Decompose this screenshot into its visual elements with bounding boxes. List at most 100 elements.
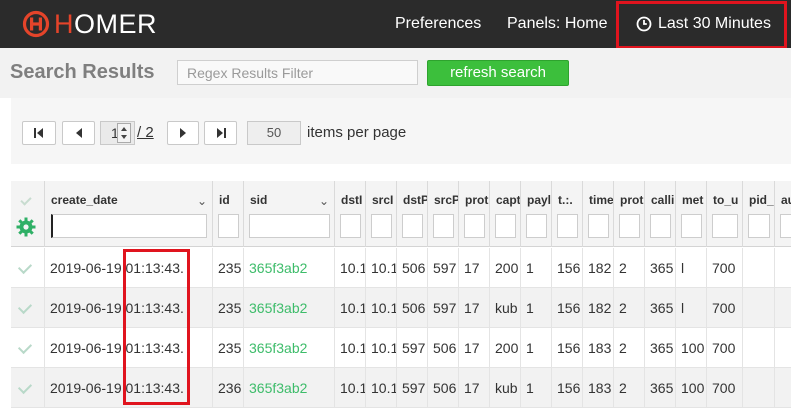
select-all-header[interactable]	[11, 181, 45, 247]
row-select-cell[interactable]	[11, 288, 45, 328]
column-header-srcPort[interactable]: srcP	[428, 181, 459, 247]
first-page-button[interactable]	[22, 121, 56, 145]
cell-protocol: 17	[459, 288, 490, 328]
gear-icon[interactable]	[16, 217, 36, 237]
column-header-auth[interactable]: auth	[775, 181, 791, 247]
next-page-button[interactable]	[167, 121, 199, 145]
cell-auth	[775, 368, 791, 408]
last-page-button[interactable]	[204, 121, 237, 145]
column-header-dstPort[interactable]: dstP	[397, 181, 428, 247]
column-filter-input[interactable]	[650, 214, 671, 238]
chevron-down-icon[interactable]: ⌄	[197, 194, 207, 208]
cell-method: 100	[676, 368, 707, 408]
cell-callid: 365	[645, 248, 676, 288]
last-page-icon	[216, 128, 226, 138]
cell-callid: 365	[645, 288, 676, 328]
page-spinner[interactable]	[117, 123, 131, 143]
row-select-cell[interactable]	[11, 328, 45, 368]
column-filter-input[interactable]	[464, 214, 485, 238]
column-header-capture[interactable]: capt	[490, 181, 521, 247]
column-filter-input[interactable]	[681, 214, 702, 238]
chevron-down-icon[interactable]: ⌄	[319, 194, 329, 208]
column-header-method[interactable]: met	[676, 181, 707, 247]
cell-srcIp: 10.1	[366, 248, 397, 288]
cell-to_user: 700	[707, 248, 743, 288]
column-header-payload[interactable]: payl	[521, 181, 552, 247]
column-header-label: dstI	[341, 193, 363, 207]
column-header-time[interactable]: time	[583, 181, 614, 247]
checkmark-icon[interactable]	[17, 299, 33, 315]
cell-payload: 1	[521, 368, 552, 408]
nav-panels-home[interactable]: Panels: Home	[507, 0, 608, 48]
row-select-cell[interactable]	[11, 368, 45, 408]
column-header-to_user[interactable]: to_u	[707, 181, 743, 247]
first-page-icon	[34, 128, 43, 138]
spin-up-icon[interactable]	[121, 127, 127, 131]
column-filter-input[interactable]	[249, 214, 330, 238]
column-filter-input[interactable]	[371, 214, 392, 238]
column-header-label: to_u	[713, 193, 739, 207]
cell-protocol: 17	[459, 248, 490, 288]
cell-method: l	[676, 248, 707, 288]
column-filter-input[interactable]	[619, 214, 640, 238]
column-header-id[interactable]: id	[213, 181, 244, 247]
checkmark-icon[interactable]	[17, 339, 33, 355]
cell-dstPort: 597	[397, 368, 428, 408]
cell-auth	[775, 248, 791, 288]
cell-proto: 2	[614, 368, 645, 408]
cell-pid_user	[743, 368, 775, 408]
column-header-label: create_date	[51, 193, 118, 207]
column-header-type[interactable]: t.:.	[552, 181, 583, 247]
items-per-page-label: items per page	[307, 124, 407, 141]
column-filter-input[interactable]	[712, 214, 738, 238]
column-filter-input[interactable]	[526, 214, 547, 238]
refresh-search-button[interactable]: refresh search	[427, 60, 569, 86]
column-header-proto[interactable]: prot	[614, 181, 645, 247]
cell-capture: kub	[490, 368, 521, 408]
cell-sid[interactable]: 365f3ab2	[244, 328, 335, 368]
regex-filter-input[interactable]	[177, 60, 418, 85]
prev-page-button[interactable]	[62, 121, 95, 145]
column-filter-input[interactable]	[51, 214, 207, 238]
column-filter-input[interactable]	[588, 214, 609, 238]
column-header-callid[interactable]: calli	[645, 181, 676, 247]
checkmark-icon[interactable]	[20, 194, 32, 206]
column-header-dstIp[interactable]: dstI	[335, 181, 366, 247]
cell-sid[interactable]: 365f3ab2	[244, 368, 335, 408]
page-total: / 2	[137, 124, 154, 141]
column-header-label: srcP	[434, 193, 459, 207]
column-filter-input[interactable]	[557, 214, 578, 238]
cell-id: 235	[213, 288, 244, 328]
column-header-pid_user[interactable]: pid_	[743, 181, 775, 247]
column-header-label: dstP	[403, 193, 428, 207]
cell-type: 156	[552, 328, 583, 368]
checkmark-icon[interactable]	[17, 259, 33, 275]
checkmark-icon[interactable]	[17, 379, 33, 395]
cell-type: 156	[552, 288, 583, 328]
homer-logo[interactable]: HOMER	[22, 8, 157, 40]
column-header-label: auth	[781, 193, 791, 207]
column-filter-input[interactable]	[748, 214, 770, 238]
column-header-create_date[interactable]: create_date ⌄	[45, 181, 213, 247]
column-header-sid[interactable]: sid ⌄	[244, 181, 335, 247]
column-filter-input[interactable]	[340, 214, 361, 238]
cell-srcIp: 10.1	[366, 368, 397, 408]
cell-time: 182	[583, 248, 614, 288]
column-filter-input[interactable]	[218, 214, 239, 238]
cell-id: 235	[213, 248, 244, 288]
column-filter-input[interactable]	[780, 214, 791, 238]
column-filter-input[interactable]	[495, 214, 516, 238]
spin-down-icon[interactable]	[121, 135, 127, 139]
column-filter-input[interactable]	[402, 214, 423, 238]
cell-proto: 2	[614, 288, 645, 328]
cell-sid[interactable]: 365f3ab2	[244, 248, 335, 288]
nav-preferences[interactable]: Preferences	[395, 0, 481, 48]
page-title: Search Results	[10, 61, 155, 83]
prev-page-icon	[75, 128, 82, 138]
row-select-cell[interactable]	[11, 248, 45, 288]
column-header-protocol[interactable]: prot	[459, 181, 490, 247]
column-filter-input[interactable]	[433, 214, 454, 238]
cell-sid[interactable]: 365f3ab2	[244, 288, 335, 328]
column-header-srcIp[interactable]: srcI	[366, 181, 397, 247]
items-per-page-input[interactable]: 50	[247, 121, 301, 145]
